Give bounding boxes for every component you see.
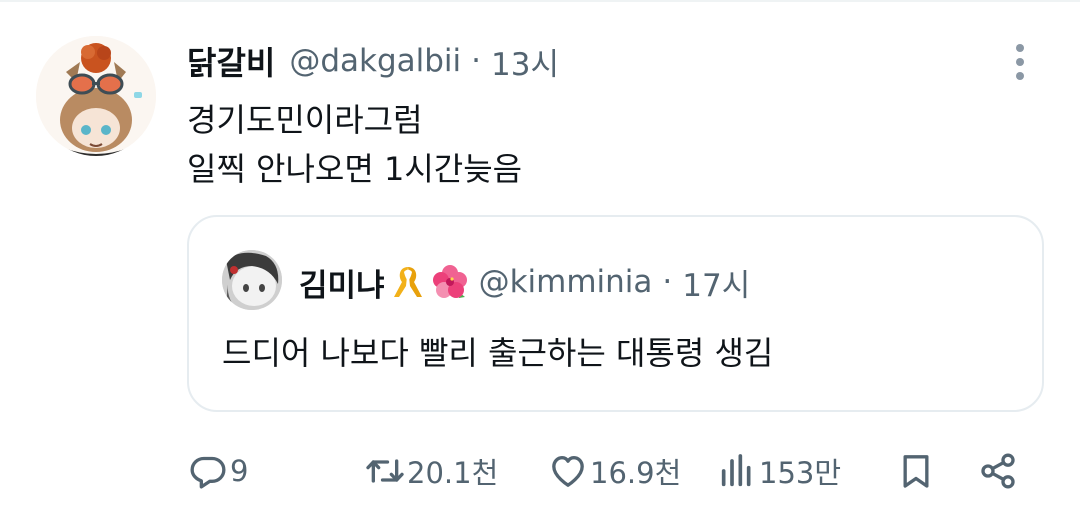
reply-count: 9 [230,454,249,488]
top-divider [0,0,1080,2]
quoted-tweet-text: 드디어 나보다 빨리 출근하는 대통령 생김 [222,334,774,372]
tweet-text: 경기도민이라그럼 일찍 안나오면 1시간늦음 [187,96,522,194]
like-count: 16.9천 [590,456,682,490]
reply-icon [190,456,226,489]
author-display-name[interactable]: 닭갈비 [187,38,275,84]
reply-button[interactable]: 9 [188,446,248,496]
quoted-author-handle[interactable]: @kimminia [479,264,653,300]
more-vertical-icon-dot-2 [1016,58,1024,66]
share-button[interactable] [978,446,1018,496]
retweet-icon [366,459,404,483]
quoted-tweet-card[interactable]: 김미냐 @kimminia · 17시 드디어 나보다 빨리 출근하는 대통령 … [187,215,1044,412]
tweet-header: 닭갈비 @dakgalbii · 13시 [187,36,559,86]
hibiscus-emoji [431,263,469,301]
retweet-button[interactable]: 20.1천 [365,446,498,496]
tweet-text-line: 일찍 안나오면 1시간늦음 [187,150,523,188]
heart-icon [552,456,584,487]
author-handle[interactable]: @dakgalbii [289,43,461,79]
quoted-header-separator: · [662,264,673,300]
like-button[interactable]: 16.9천 [548,446,681,496]
quoted-author-display-name[interactable]: 김미냐 [299,260,385,305]
bookmark-icon [903,455,929,488]
more-vertical-icon-dot-1 [1016,44,1024,52]
views-button[interactable]: 153만 [717,446,841,496]
more-vertical-icon-dot-3 [1016,72,1024,80]
views-count: 153만 [759,456,842,490]
quoted-tweet-timestamp[interactable]: 17시 [682,260,750,305]
views-chart-icon [721,454,751,487]
retweet-count: 20.1천 [407,456,499,490]
bookmark-button[interactable] [896,446,936,496]
share-icon [981,453,1015,489]
yellow-ribbon-emoji [389,263,427,301]
quoted-tweet-header: 김미냐 @kimminia · 17시 [299,257,750,307]
author-avatar[interactable] [36,36,156,156]
quoted-author-avatar[interactable] [222,250,282,310]
quoted-avatar-image [222,250,282,310]
tweet-timestamp[interactable]: 13시 [491,39,559,84]
tweet-text-line: 경기도민이라그럼 [187,101,423,139]
header-separator: · [471,43,482,79]
more-options-button[interactable] [1004,40,1036,84]
tweet-action-bar: 9 20.1천 16.9천 153만 [0,446,1080,496]
author-avatar-image [36,36,156,156]
